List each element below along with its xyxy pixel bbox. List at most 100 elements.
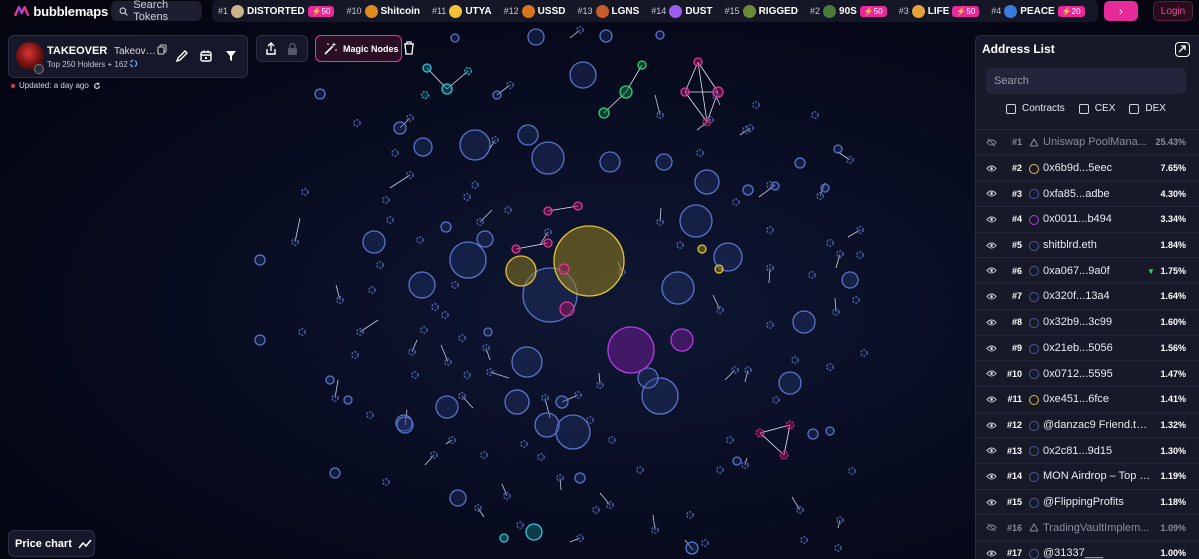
eye-icon[interactable] — [986, 344, 997, 353]
holder-bubble[interactable] — [329, 467, 341, 479]
small-holder-bubble[interactable] — [351, 351, 359, 359]
eye-icon[interactable] — [986, 369, 997, 378]
small-holder-bubble[interactable] — [766, 321, 774, 329]
small-holder-bubble[interactable] — [420, 326, 428, 334]
holder-bubble[interactable] — [343, 395, 353, 405]
small-holder-bubble[interactable] — [846, 156, 854, 164]
small-holder-bubble[interactable] — [686, 511, 694, 519]
small-holder-bubble[interactable] — [716, 466, 724, 474]
filter-icon[interactable] — [224, 49, 238, 63]
small-holder-bubble[interactable] — [474, 504, 482, 512]
price-chart-button[interactable]: Price chart — [8, 530, 95, 557]
small-holder-bubble[interactable] — [716, 306, 724, 314]
ticker-item[interactable]: #3 LIFE ⚡50 — [893, 0, 986, 22]
small-holder-bubble[interactable] — [482, 344, 490, 352]
small-holder-bubble[interactable] — [476, 218, 484, 226]
small-holder-bubble[interactable] — [331, 394, 339, 402]
magic-nodes-button[interactable]: Magic Nodes — [315, 35, 402, 62]
holder-bubble[interactable] — [254, 334, 266, 346]
eye-icon[interactable] — [986, 292, 997, 301]
eye-icon[interactable] — [986, 164, 997, 173]
ticker-item[interactable]: #4 PEACE ⚡20 — [985, 0, 1090, 22]
small-holder-bubble[interactable] — [811, 111, 819, 119]
eye-icon[interactable] — [986, 241, 997, 250]
holder-bubble[interactable] — [449, 489, 467, 507]
small-holder-bubble[interactable] — [368, 286, 376, 294]
small-holder-bubble[interactable] — [606, 501, 614, 509]
small-holder-bubble[interactable] — [744, 366, 752, 374]
holder-bubble[interactable] — [254, 254, 266, 266]
holder-bubble[interactable] — [574, 472, 586, 484]
holder-bubble[interactable] — [661, 271, 695, 305]
small-holder-bubble[interactable] — [298, 328, 306, 336]
holder-bubble[interactable] — [555, 414, 591, 450]
logo[interactable]: bubblemaps — [0, 4, 108, 19]
holder-bubble[interactable] — [807, 428, 819, 440]
magenta-holder-bubble[interactable] — [558, 263, 570, 275]
holder-bubble[interactable] — [440, 221, 452, 233]
ticker-item[interactable]: #13 LGNS — [571, 0, 645, 22]
small-holder-bubble[interactable] — [520, 440, 528, 448]
share-icon[interactable] — [265, 42, 277, 56]
small-holder-bubble[interactable] — [836, 516, 844, 524]
small-holder-bubble[interactable] — [471, 181, 479, 189]
cex-checkbox[interactable] — [1078, 103, 1089, 114]
holder-bubble[interactable] — [459, 129, 491, 161]
calendar-icon[interactable] — [199, 49, 213, 63]
holder-bubble[interactable] — [435, 395, 459, 419]
small-holder-bubble[interactable] — [766, 181, 774, 189]
small-holder-bubble[interactable] — [696, 149, 704, 157]
address-row[interactable]: #7 0x320f...13a4 1.64% — [976, 283, 1199, 309]
small-holder-bubble[interactable] — [772, 396, 780, 404]
magenta-holder-bubble[interactable] — [543, 206, 553, 216]
small-holder-bubble[interactable] — [848, 467, 856, 475]
address-row[interactable]: #13 0x2c81...9d15 1.30% — [976, 437, 1199, 463]
holder-bubble[interactable] — [555, 395, 569, 409]
ticker-more-button[interactable]: › — [1104, 1, 1138, 21]
small-holder-bubble[interactable] — [301, 188, 309, 196]
refresh-icon[interactable] — [93, 81, 101, 90]
ticker-item[interactable]: #1 DISTORTED ⚡50 — [212, 0, 340, 22]
bubble-graph[interactable] — [0, 22, 975, 559]
small-holder-bubble[interactable] — [651, 526, 659, 534]
ticker-item[interactable]: #12 USSD — [498, 0, 572, 22]
small-holder-bubble[interactable] — [766, 226, 774, 234]
holder-bubble[interactable] — [685, 541, 699, 555]
small-holder-bubble[interactable] — [441, 311, 449, 319]
small-holder-bubble[interactable] — [796, 506, 804, 514]
holder-bubble[interactable] — [655, 153, 673, 171]
small-holder-bubble[interactable] — [726, 436, 734, 444]
small-holder-bubble[interactable] — [480, 451, 488, 459]
holder-bubble[interactable] — [742, 184, 754, 196]
holder-bubble[interactable] — [820, 183, 830, 193]
holder-bubble[interactable] — [778, 371, 802, 395]
small-holder-bubble[interactable] — [406, 171, 414, 179]
dex-checkbox[interactable] — [1129, 103, 1140, 114]
magenta-holder-bubble[interactable] — [573, 201, 583, 211]
small-holder-bubble[interactable] — [353, 119, 361, 127]
holder-bubble[interactable] — [531, 141, 565, 175]
small-holder-bubble[interactable] — [860, 349, 868, 357]
small-holder-bubble[interactable] — [556, 474, 564, 482]
small-holder-bubble[interactable] — [463, 193, 471, 201]
eye-off-icon[interactable] — [986, 523, 997, 532]
small-holder-bubble[interactable] — [608, 436, 616, 444]
lock-icon[interactable] — [287, 42, 298, 56]
small-holder-bubble[interactable] — [586, 416, 594, 424]
green-holder-bubble[interactable] — [598, 107, 610, 119]
green-holder-bubble[interactable] — [619, 85, 633, 99]
magenta-holder-bubble[interactable] — [559, 301, 575, 317]
cyan-holder-bubble[interactable] — [421, 91, 429, 99]
holder-bubble[interactable] — [408, 271, 436, 299]
holder-bubble-purple[interactable] — [670, 328, 694, 352]
small-holder-bubble[interactable] — [516, 521, 524, 529]
magenta-holder-bubble[interactable] — [680, 87, 690, 97]
eye-icon[interactable] — [986, 549, 997, 558]
holder-bubble-rank-2[interactable] — [553, 225, 625, 297]
small-holder-bubble[interactable] — [701, 539, 709, 547]
holder-bubble[interactable] — [792, 310, 816, 334]
cyan-holder-bubble[interactable] — [441, 83, 453, 95]
magenta-holder-bubble[interactable] — [511, 244, 521, 254]
small-holder-bubble[interactable] — [856, 251, 864, 259]
ticker-item[interactable]: #10 Shitcoin — [340, 0, 425, 22]
